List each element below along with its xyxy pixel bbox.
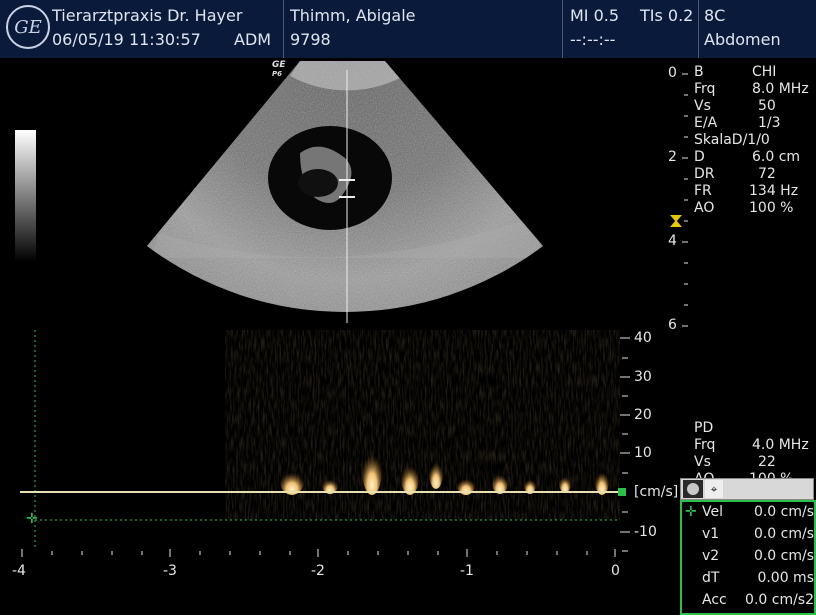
param-value: 72	[758, 166, 776, 182]
circle-icon	[687, 483, 699, 495]
param-value: 1/3	[758, 115, 781, 131]
ge-logo: GE	[6, 5, 50, 49]
measurement-panel: ✛ Vel 0.0 cm/s v1 0.0 cm/s v2 0.0 cm/s dT 0.…	[680, 500, 816, 615]
velocity-label: 30	[634, 369, 652, 385]
param-value: 22	[758, 454, 776, 470]
param-key: Vs	[694, 454, 711, 470]
param-key: Vs	[694, 98, 711, 114]
crosshair-icon: ✛	[685, 504, 697, 520]
thermal-index: TIs 0.2	[640, 6, 694, 25]
record-tool-button[interactable]	[683, 480, 703, 498]
exam-datetime: 06/05/19 11:30:57	[52, 30, 201, 49]
param-key: PD	[694, 420, 714, 436]
measurement-row: Acc 0.0 cm/s2	[702, 592, 814, 608]
param-value: 6.0 cm	[752, 149, 801, 165]
time-label: -3	[163, 563, 177, 579]
header-divider	[698, 0, 699, 58]
depth-label: 2	[668, 149, 677, 165]
timer-readout: --:--:--	[570, 30, 616, 49]
velocity-label: 10	[634, 445, 652, 461]
velocity-label: 40	[634, 330, 652, 346]
measurement-row: dT 0.00 ms	[702, 570, 814, 586]
velocity-label: -10	[634, 524, 657, 540]
depth-label: 4	[668, 233, 677, 249]
param-key: Frq	[694, 81, 716, 97]
param-key: DR	[694, 166, 715, 182]
param-value: 4.0 MHz	[752, 437, 809, 453]
param-value: CHI	[752, 64, 777, 80]
header-divider	[283, 0, 284, 58]
clinic-name: Tierarztpraxis Dr. Hayer	[52, 6, 243, 25]
param-value: 100 %	[749, 200, 794, 216]
cursor-tool-button[interactable]: ⌖	[705, 480, 723, 498]
depth-label: 0	[668, 65, 677, 81]
patient-name: Thimm, Abigale	[290, 6, 416, 25]
measurement-row: v2 0.0 cm/s	[702, 548, 814, 564]
mechanical-index: MI 0.5	[570, 6, 620, 25]
patient-id: 9798	[290, 30, 331, 49]
probe-name: 8C	[704, 6, 726, 25]
velocity-label: 20	[634, 407, 652, 423]
orientation-marker: GE P6	[272, 60, 286, 79]
param-key: E/A	[694, 115, 718, 131]
time-label: -4	[12, 563, 26, 579]
param-key: AO	[694, 200, 715, 216]
time-label: -2	[311, 563, 325, 579]
crosshair-icon: ✛	[26, 511, 38, 527]
operator-id: ADM	[234, 30, 272, 49]
measurement-row: ✛ Vel 0.0 cm/s	[685, 504, 814, 520]
exam-preset: Abdomen	[704, 30, 781, 49]
focus-marker-icon	[670, 215, 682, 227]
param-key: B	[694, 64, 704, 80]
measurement-row: v1 0.0 cm/s	[702, 526, 814, 542]
velocity-unit: [cm/s]	[634, 484, 679, 500]
grayscale-bar	[15, 130, 36, 262]
time-label: -1	[460, 563, 474, 579]
param-key: FR	[694, 183, 712, 199]
time-label: 0	[611, 563, 620, 579]
header-bar: GE Tierarztpraxis Dr. Hayer 06/05/19 11:…	[0, 0, 816, 58]
param-key: Frq	[694, 437, 716, 453]
param-value: 50	[758, 98, 776, 114]
doppler-spectrum[interactable]	[0, 325, 680, 575]
header-divider	[562, 0, 563, 58]
param-value: 134 Hz	[749, 183, 799, 199]
measure-toolbar: ⌖	[680, 478, 814, 500]
param-key: SkalaD/1/0	[694, 132, 770, 148]
param-value: 8.0 MHz	[752, 81, 809, 97]
param-key: D	[694, 149, 705, 165]
